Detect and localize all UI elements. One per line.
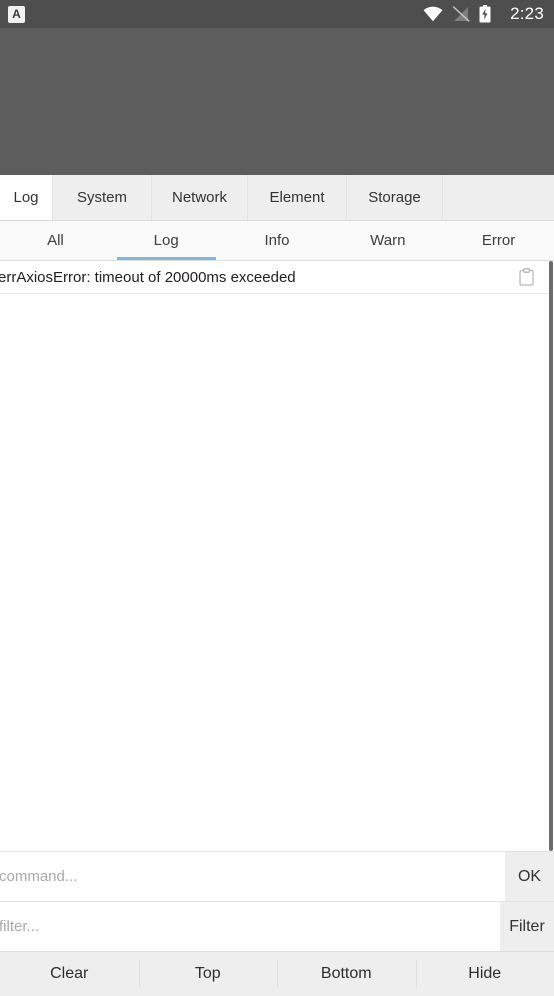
filter-input[interactable] bbox=[0, 902, 500, 951]
clear-button-label: Clear bbox=[50, 965, 89, 982]
filter-row: Filter bbox=[0, 901, 554, 951]
clipboard-icon[interactable] bbox=[519, 268, 534, 286]
log-entry-message: errAxiosError: timeout of 20000ms exceed… bbox=[0, 268, 296, 286]
tab-system-label: System bbox=[76, 189, 127, 206]
clear-button[interactable]: Clear bbox=[0, 952, 139, 996]
hide-button[interactable]: Hide bbox=[415, 952, 554, 996]
log-scrollbar-thumb-full[interactable] bbox=[549, 261, 553, 851]
tab-element-label: Element bbox=[269, 189, 325, 206]
bottom-button-label: Bottom bbox=[320, 965, 372, 982]
tab-log[interactable]: Log bbox=[0, 175, 53, 220]
subtab-log[interactable]: Log bbox=[111, 221, 222, 260]
app-icon: A bbox=[8, 5, 25, 23]
log-scrollbar-track-full[interactable] bbox=[548, 261, 554, 851]
command-ok-label: OK bbox=[517, 867, 542, 885]
app-root: A 2:23 Log System Network Element Storag… bbox=[0, 0, 554, 996]
top-button[interactable]: Top bbox=[138, 952, 278, 996]
bottom-button[interactable]: Bottom bbox=[277, 952, 416, 996]
battery-charging-icon bbox=[479, 5, 491, 23]
tab-storage[interactable]: Storage bbox=[347, 175, 443, 220]
command-ok-button[interactable]: OK bbox=[505, 852, 554, 901]
status-bar: A 2:23 bbox=[0, 0, 554, 28]
status-clock: 2:23 bbox=[510, 4, 544, 23]
webview-content-area bbox=[0, 28, 554, 175]
filter-apply-label: Filter bbox=[509, 917, 545, 935]
subtab-error-label: Error bbox=[481, 232, 516, 249]
command-row: OK bbox=[0, 851, 554, 901]
tab-bar-filler bbox=[443, 175, 554, 220]
tab-element[interactable]: Element bbox=[248, 175, 347, 220]
tab-log-label: Log bbox=[13, 189, 39, 206]
subtab-warn[interactable]: Warn bbox=[332, 221, 443, 260]
subtab-log-label: Log bbox=[153, 232, 179, 249]
subtab-log-indicator bbox=[116, 257, 216, 260]
tab-network-label: Network bbox=[171, 189, 227, 206]
subtab-error[interactable]: Error bbox=[443, 221, 554, 260]
subtab-info[interactable]: Info bbox=[222, 221, 333, 260]
filter-apply-button[interactable]: Filter bbox=[500, 902, 554, 951]
top-button-label: Top bbox=[194, 965, 221, 982]
wifi-icon bbox=[423, 6, 443, 22]
signal-off-icon bbox=[452, 6, 470, 22]
subtab-all-label: All bbox=[47, 232, 64, 249]
tab-system[interactable]: System bbox=[53, 175, 152, 220]
log-level-tab-bar: All Log Info Warn Error bbox=[0, 221, 554, 261]
log-list[interactable]: errAxiosError: timeout of 20000ms exceed… bbox=[0, 261, 554, 851]
app-icon-label: A bbox=[12, 7, 21, 21]
log-entry-row[interactable]: errAxiosError: timeout of 20000ms exceed… bbox=[0, 261, 554, 294]
panel-tab-bar: Log System Network Element Storage bbox=[0, 175, 554, 221]
subtab-warn-label: Warn bbox=[370, 232, 406, 249]
hide-button-label: Hide bbox=[468, 965, 502, 982]
status-icon-group: 2:23 bbox=[423, 4, 544, 24]
subtab-all[interactable]: All bbox=[0, 221, 111, 260]
command-input[interactable] bbox=[0, 852, 505, 901]
tab-network[interactable]: Network bbox=[152, 175, 248, 220]
tab-storage-label: Storage bbox=[368, 189, 421, 206]
subtab-info-label: Info bbox=[264, 232, 290, 249]
bottom-action-bar: Clear Top Bottom Hide bbox=[0, 951, 554, 996]
